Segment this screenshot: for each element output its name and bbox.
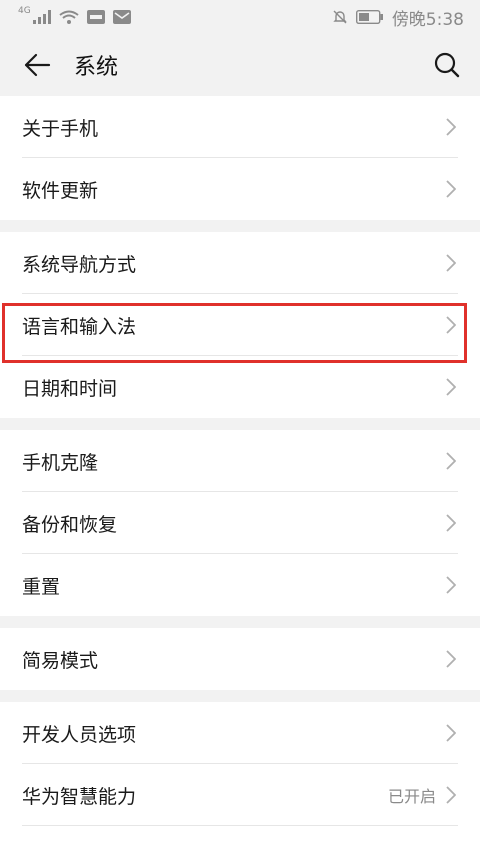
menu-item-simple-mode[interactable]: 简易模式: [0, 628, 480, 690]
menu-item-label: 简易模式: [22, 649, 99, 672]
chevron-right-icon: [444, 649, 458, 669]
menu-item-label: 开发人员选项: [22, 723, 137, 746]
group-separator: [0, 418, 480, 430]
settings-group: 关于手机 软件更新: [0, 96, 480, 220]
menu-item-language-input[interactable]: 语言和输入法: [0, 294, 480, 356]
mail-icon: [112, 10, 131, 24]
mute-bell-icon: [332, 9, 348, 25]
chevron-right-icon: [444, 253, 458, 273]
menu-item-phone-clone[interactable]: 手机克隆: [0, 430, 480, 492]
settings-group: 手机克隆 备份和恢复 重置: [0, 430, 480, 616]
menu-item-about-phone[interactable]: 关于手机: [0, 96, 480, 158]
menu-item-label: 语言和输入法: [22, 315, 137, 338]
menu-item-label: 关于手机: [22, 117, 99, 140]
menu-item-label: 华为智慧能力: [22, 785, 137, 808]
app-bar: 系统: [0, 34, 480, 96]
settings-group: 开发人员选项 华为智慧能力 已开启: [0, 702, 480, 853]
menu-item-value: 已开启: [387, 787, 436, 806]
chevron-right-icon: [444, 513, 458, 533]
menu-item-reset[interactable]: 重置: [0, 554, 480, 616]
status-bar-right: 傍晚5:38: [332, 5, 464, 30]
chevron-right-icon: [444, 117, 458, 137]
search-button[interactable]: [430, 48, 464, 82]
menu-item-system-navigation[interactable]: 系统导航方式: [0, 232, 480, 294]
menu-item-label: 软件更新: [22, 179, 99, 202]
back-button[interactable]: [20, 48, 54, 82]
page-title: 系统: [74, 55, 119, 80]
menu-item-software-update[interactable]: 软件更新: [0, 158, 480, 220]
status-bar: 4G 傍晚5:38: [0, 0, 480, 34]
search-icon: [434, 52, 460, 78]
menu-item-partial[interactable]: [0, 826, 480, 853]
signal-icon: [32, 10, 51, 24]
menu-item-date-time[interactable]: 日期和时间: [0, 356, 480, 418]
menu-item-label: 系统导航方式: [22, 253, 137, 276]
network-type-label: 4G: [18, 6, 31, 16]
chevron-right-icon: [444, 377, 458, 397]
battery-icon: [355, 10, 384, 24]
menu-item-label: 手机克隆: [22, 451, 99, 474]
chevron-right-icon: [444, 315, 458, 335]
settings-group: 简易模式: [0, 628, 480, 690]
chevron-right-icon: [444, 723, 458, 743]
status-bar-left: 4G: [18, 6, 131, 24]
group-separator: [0, 690, 480, 702]
menu-item-backup-restore[interactable]: 备份和恢复: [0, 492, 480, 554]
clock: 傍晚5:38: [391, 9, 464, 30]
notification-app-icon: [86, 10, 105, 24]
chevron-right-icon: [444, 451, 458, 471]
chevron-right-icon: [444, 179, 458, 199]
group-separator: [0, 220, 480, 232]
menu-item-label: 日期和时间: [22, 377, 118, 400]
wifi-icon: [59, 10, 79, 24]
arrow-left-icon: [24, 53, 51, 77]
menu-item-developer-options[interactable]: 开发人员选项: [0, 702, 480, 764]
group-separator: [0, 616, 480, 628]
menu-item-label: 备份和恢复: [22, 513, 118, 536]
chevron-right-icon: [444, 785, 458, 805]
chevron-right-icon: [444, 575, 458, 595]
menu-item-label: 重置: [22, 575, 61, 598]
settings-group: 系统导航方式 语言和输入法 日期和时间: [0, 232, 480, 418]
menu-item-huawei-ai[interactable]: 华为智慧能力 已开启: [0, 764, 480, 826]
